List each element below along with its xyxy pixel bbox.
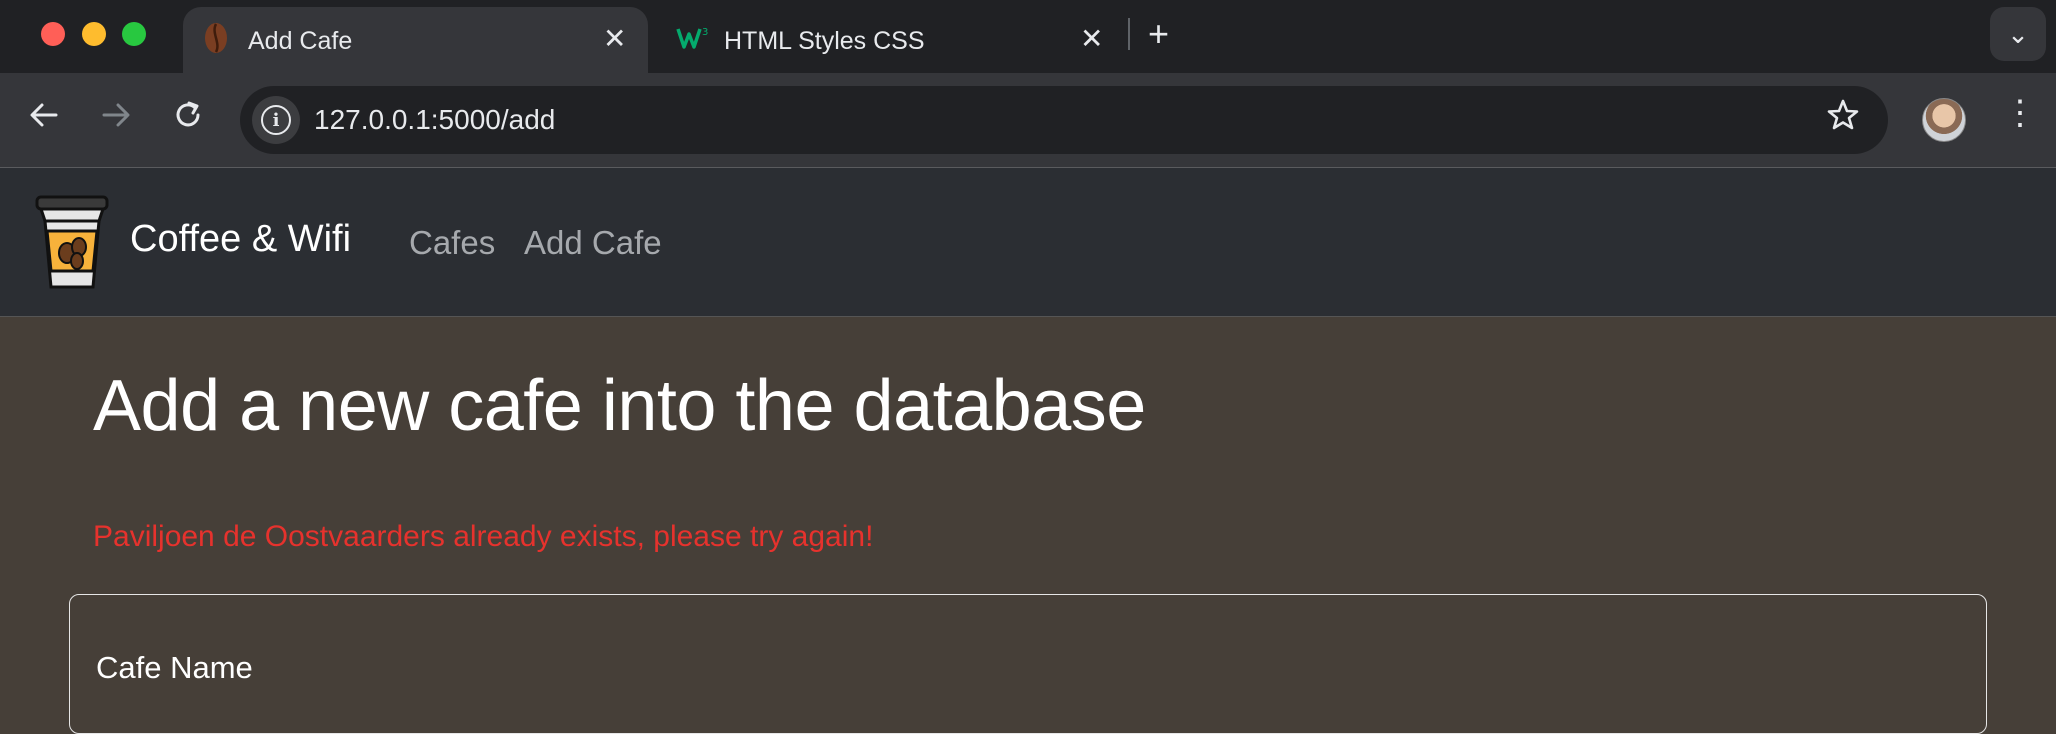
back-arrow-icon[interactable] [28, 99, 60, 140]
window-close-button[interactable] [41, 22, 65, 46]
nav-link-add-cafe[interactable]: Add Cafe [524, 224, 662, 262]
tab-html-styles[interactable]: 3 HTML Styles CSS ✕ [660, 7, 1125, 73]
brand-name[interactable]: Coffee & Wifi [130, 218, 351, 261]
bookmark-star-icon[interactable] [1826, 98, 1860, 141]
tab-separator [1128, 18, 1130, 50]
nav-link-cafes[interactable]: Cafes [409, 224, 495, 262]
tab-strip: Add Cafe ✕ 3 HTML Styles CSS ✕ + ⌄ [0, 0, 2056, 73]
new-tab-icon[interactable]: + [1148, 12, 1169, 56]
browser-toolbar: i 127.0.0.1:5000/add ⋮ [0, 73, 2056, 168]
tab-close-icon[interactable]: ✕ [1080, 20, 1103, 58]
tab-close-icon[interactable]: ✕ [603, 20, 626, 58]
coffee-cup-logo-icon[interactable] [33, 195, 111, 289]
forward-arrow-icon[interactable] [100, 99, 132, 140]
tab-title: Add Cafe [248, 27, 353, 55]
url-text[interactable]: 127.0.0.1:5000/add [314, 104, 555, 136]
menu-kebab-icon[interactable]: ⋮ [2003, 93, 2037, 133]
add-cafe-form: Cafe Name [69, 594, 1987, 734]
w3schools-icon: 3 [676, 27, 708, 49]
tab-add-cafe[interactable]: Add Cafe ✕ [183, 7, 648, 73]
site-info-icon[interactable]: i [252, 96, 300, 144]
page-title: Add a new cafe into the database [93, 366, 1146, 446]
site-navbar: Coffee & Wifi Cafes Add Cafe [0, 168, 2056, 317]
window-minimize-button[interactable] [82, 22, 106, 46]
cafe-name-label: Cafe Name [96, 650, 253, 685]
window-zoom-button[interactable] [122, 22, 146, 46]
profile-avatar[interactable] [1922, 98, 1966, 142]
svg-text:3: 3 [702, 27, 708, 38]
tab-search-chevron-icon[interactable]: ⌄ [1990, 7, 2046, 61]
address-bar[interactable]: i 127.0.0.1:5000/add [240, 86, 1888, 154]
error-message: Paviljoen de Oostvaarders already exists… [93, 520, 874, 553]
tab-title: HTML Styles CSS [724, 27, 925, 55]
coffee-bean-icon [205, 23, 227, 53]
reload-icon[interactable] [172, 99, 204, 140]
